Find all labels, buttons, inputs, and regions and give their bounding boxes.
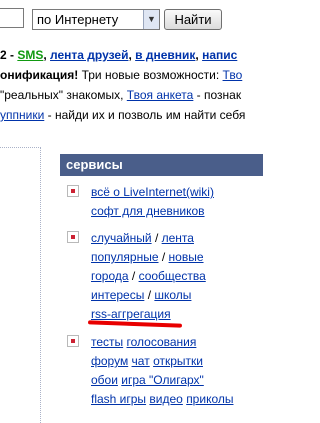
video-link[interactable]: видео [149,392,182,406]
bullet-icon [67,335,79,347]
news-text: - познак [193,88,242,102]
chat-link[interactable]: чат [132,354,150,368]
search-scope-value: по Интернету [37,12,119,27]
news-text: - найди их и позволь им найти себя [44,108,246,122]
search-input[interactable] [0,8,24,28]
flash-games-link[interactable]: flash игры [91,392,146,406]
separator: / [131,269,136,283]
services-header: сервисы [60,154,263,176]
random-link[interactable]: случайный [91,231,152,245]
wiki-link[interactable]: всё о LiveInternet(wiki) [91,185,214,199]
news-link-2[interactable]: Тво [223,68,243,82]
profile-link[interactable]: Твоя анкета [127,88,194,102]
interests-link[interactable]: интересы [91,288,144,302]
sms-link[interactable]: SMS [17,48,43,62]
separator: / [147,288,152,302]
schools-link[interactable]: школы [154,288,191,302]
rss-aggregation-link[interactable]: rss-аггрегация [91,307,171,321]
classmates-link[interactable]: уппники [0,108,44,122]
tests-link[interactable]: тесты [91,335,123,349]
news-number: 2 - [0,48,18,62]
search-bar: по Интернету ▼ Найти [0,0,263,36]
diary-software-link[interactable]: софт для дневников [91,204,205,218]
votes-link[interactable]: голосования [127,335,197,349]
write-link[interactable]: напис [202,48,237,62]
jokes-link[interactable]: приколы [186,392,233,406]
bullet-icon [67,185,79,197]
bullet-icon [67,231,79,243]
find-button[interactable]: Найти [164,9,222,30]
news-text: "реальных" знакомых, [0,88,127,102]
news-headline: онификация! [0,68,79,82]
forum-link[interactable]: форум [91,354,128,368]
separator: / [161,250,166,264]
new-link[interactable]: новые [169,250,204,264]
search-scope-select[interactable]: по Интернету ▼ [32,9,160,30]
news-line-2: онификация! Три новые возможности: Тво [0,65,263,85]
communities-link[interactable]: сообщества [139,269,206,283]
to-diary-link[interactable]: в дневник [135,48,195,62]
cities-link[interactable]: города [91,269,129,283]
oligarch-game-link[interactable]: игра "Олигарх" [121,373,204,387]
chevron-down-icon[interactable]: ▼ [143,10,159,29]
news-text: Три новые возможности: [78,68,223,82]
news-line-1: 2 - SMS, лента друзей, в дневник, напис [0,45,263,65]
cards-link[interactable]: открытки [153,354,203,368]
friends-feed-link[interactable]: лента друзей [50,48,128,62]
content-frame [0,147,41,423]
separator: / [154,231,159,245]
news-line-3: "реальных" знакомых, Твоя анкета - позна… [0,85,263,105]
popular-link[interactable]: популярные [91,250,159,264]
feed-link[interactable]: лента [162,231,194,245]
news-block: 2 - SMS, лента друзей, в дневник, напис … [0,45,263,125]
wallpapers-link[interactable]: обои [91,373,118,387]
news-line-4: уппники - найди их и позволь им найти се… [0,105,263,125]
